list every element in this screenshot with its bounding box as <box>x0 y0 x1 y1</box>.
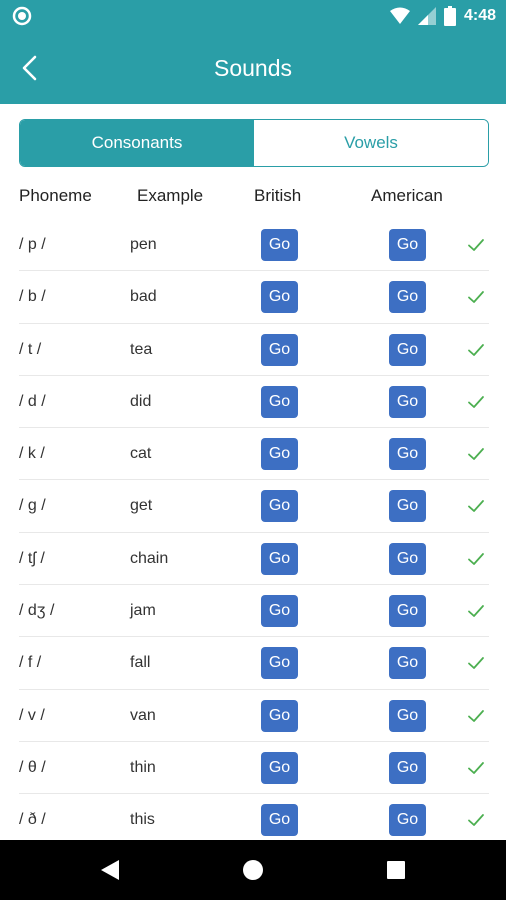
phoneme-cell: / g / <box>19 497 46 515</box>
phoneme-cell: / b / <box>19 288 46 306</box>
british-go-button[interactable]: Go <box>261 647 298 680</box>
back-button[interactable] <box>10 48 50 88</box>
british-go-button[interactable]: Go <box>261 229 298 261</box>
check-icon <box>468 709 484 722</box>
american-go-button[interactable]: Go <box>389 542 426 575</box>
check-icon <box>468 657 484 670</box>
phoneme-cell: / θ / <box>19 758 46 776</box>
example-cell: jam <box>130 602 156 620</box>
signal-icon <box>417 7 436 25</box>
circle-home-icon <box>243 860 263 880</box>
sound-list[interactable]: / p / pen Go Go / b / bad Go Go / t / tea Go Go / d … <box>19 219 489 839</box>
british-go-button[interactable]: Go <box>261 804 298 837</box>
check-icon <box>468 291 484 304</box>
status-icons: 4:48 <box>389 5 496 27</box>
example-cell: tea <box>130 340 153 358</box>
phoneme-cell: / t / <box>19 340 42 358</box>
phoneme-cell: / f / <box>19 654 42 672</box>
wifi-icon <box>389 7 410 24</box>
header-example: Example <box>137 186 204 205</box>
american-go-button[interactable]: Go <box>389 438 426 471</box>
check-icon <box>468 448 484 461</box>
header-american: American <box>371 186 443 205</box>
british-go-button[interactable]: Go <box>261 699 298 732</box>
american-go-button[interactable]: Go <box>389 385 426 418</box>
tab-vowels[interactable]: Vowels <box>254 120 488 166</box>
british-go-button[interactable]: Go <box>261 542 298 575</box>
american-go-button[interactable]: Go <box>389 751 426 784</box>
british-go-button[interactable]: Go <box>261 333 298 366</box>
header-british: British <box>254 186 302 205</box>
phoneme-cell: / tʃ / <box>19 549 45 567</box>
sound-row: / t / tea Go Go <box>19 324 489 376</box>
example-cell: pen <box>130 236 157 253</box>
check-icon <box>468 605 484 617</box>
nav-recents-button[interactable] <box>380 854 412 886</box>
sound-row: / tʃ / chain Go Go <box>19 533 489 586</box>
phoneme-cell: / dʒ / <box>19 602 55 620</box>
example-cell: bad <box>130 288 157 306</box>
american-go-button[interactable]: Go <box>389 281 426 314</box>
sound-row: / p / pen Go Go <box>19 219 489 272</box>
sound-row: / θ / thin Go Go <box>19 742 489 795</box>
british-go-button[interactable]: Go <box>261 595 298 628</box>
phoneme-cell: / ð / <box>19 811 46 829</box>
american-go-button[interactable]: Go <box>389 647 426 680</box>
category-tabs: Consonants Vowels <box>19 119 489 167</box>
column-headers: Phoneme Example British American <box>0 180 506 214</box>
example-cell: get <box>130 497 153 515</box>
example-cell: chain <box>130 549 169 567</box>
app-bar: Sounds <box>0 32 506 104</box>
check-icon <box>468 239 484 251</box>
american-go-button[interactable]: Go <box>389 699 426 732</box>
british-go-button[interactable]: Go <box>261 490 298 523</box>
nav-home-button[interactable] <box>237 854 269 886</box>
example-cell: fall <box>130 654 151 672</box>
sound-row: / k / cat Go Go <box>19 428 489 481</box>
british-go-button[interactable]: Go <box>261 438 298 471</box>
american-go-button[interactable]: Go <box>389 333 426 366</box>
sound-row: / dʒ / jam Go Go <box>19 585 489 638</box>
sound-row: / f / fall Go Go <box>19 637 489 690</box>
page-title: Sounds <box>213 55 292 81</box>
american-go-button[interactable]: Go <box>389 595 426 628</box>
american-go-button[interactable]: Go <box>389 804 426 837</box>
check-icon <box>468 814 484 827</box>
example-cell: this <box>130 811 155 829</box>
phoneme-cell: / v / <box>19 706 45 724</box>
american-go-button[interactable]: Go <box>389 229 426 261</box>
phoneme-cell: / k / <box>19 445 45 463</box>
sound-row: / b / bad Go Go <box>19 271 489 324</box>
british-go-button[interactable]: Go <box>261 385 298 418</box>
sound-row: / g / get Go Go <box>19 480 489 533</box>
example-cell: thin <box>130 758 156 776</box>
british-go-button[interactable]: Go <box>261 281 298 314</box>
battery-icon <box>443 6 456 26</box>
square-recents-icon <box>387 861 405 879</box>
sound-row: / ð / this Go Go <box>19 794 489 839</box>
navigation-bar <box>0 840 506 900</box>
triangle-back-icon <box>101 860 119 880</box>
chevron-left-icon <box>22 55 37 81</box>
american-go-button[interactable]: Go <box>389 490 426 523</box>
status-time: 4:48 <box>463 7 496 24</box>
check-icon <box>468 552 484 565</box>
check-icon <box>468 762 484 774</box>
header-phoneme: Phoneme <box>19 186 92 205</box>
check-icon <box>468 343 484 356</box>
sound-row: / d / did Go Go <box>19 376 489 429</box>
phoneme-cell: / d / <box>19 392 46 410</box>
example-cell: van <box>130 706 156 724</box>
notification-icon <box>12 6 32 26</box>
check-icon <box>468 500 484 513</box>
example-cell: cat <box>130 445 152 463</box>
status-bar: 4:48 <box>0 0 506 32</box>
phoneme-cell: / p / <box>19 236 46 253</box>
check-icon <box>468 395 484 408</box>
example-cell: did <box>130 392 152 410</box>
sound-row: / v / van Go Go <box>19 690 489 742</box>
nav-back-button[interactable] <box>94 854 126 886</box>
british-go-button[interactable]: Go <box>261 751 298 784</box>
tab-consonants[interactable]: Consonants <box>20 120 254 166</box>
